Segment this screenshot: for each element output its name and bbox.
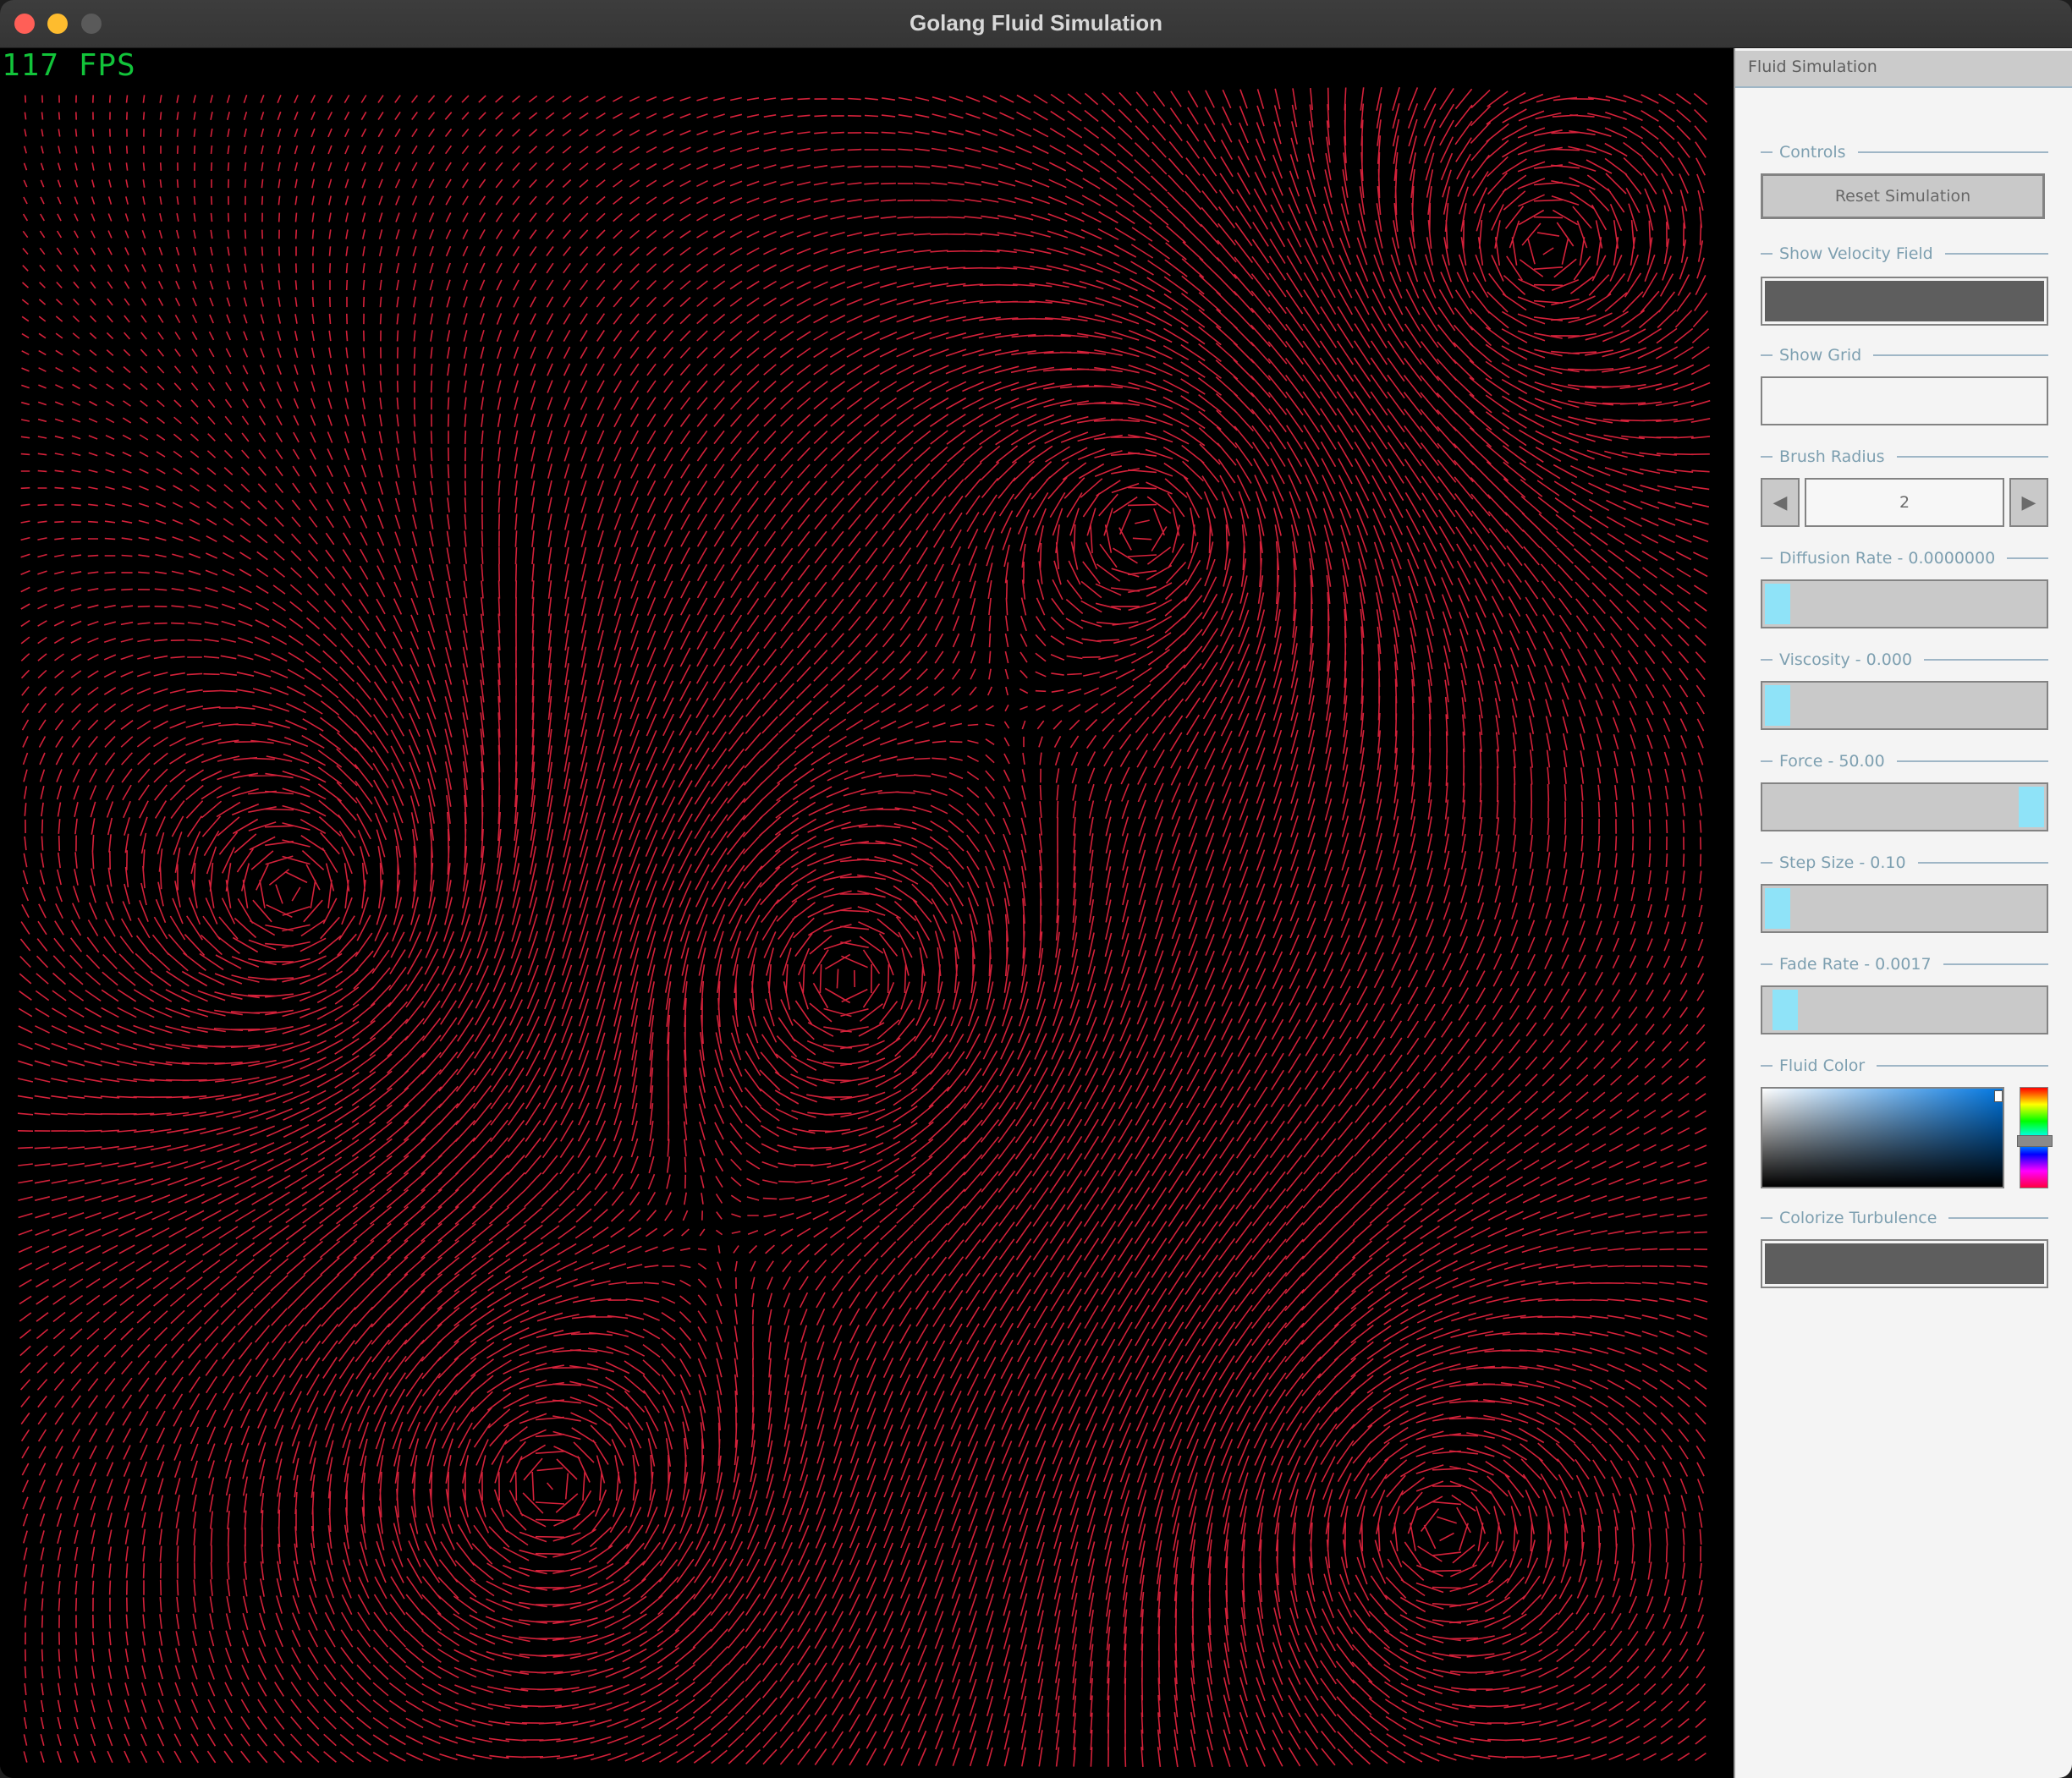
group-label-viscosity: Viscosity - 0.000 — [1761, 649, 2048, 671]
fluid-color-picker — [1761, 1087, 2053, 1188]
hue-slider[interactable] — [2017, 1087, 2053, 1188]
toggle-on-fill — [1765, 281, 2044, 321]
slider-handle[interactable] — [1765, 584, 1790, 624]
velocity-lines — [17, 86, 1711, 1768]
simulation-canvas[interactable] — [0, 48, 1733, 1778]
increment-button[interactable]: ▶ — [2009, 478, 2048, 527]
fps-counter: 117 FPS — [2, 48, 136, 83]
hue-handle[interactable] — [2017, 1135, 2053, 1147]
step-size-slider[interactable] — [1761, 884, 2048, 933]
panel-header: Fluid Simulation — [1735, 51, 2072, 88]
group-label-colorize: Colorize Turbulence — [1761, 1207, 2048, 1229]
group-label-step-size: Step Size - 0.10 — [1761, 852, 2048, 874]
settings-panel: Fluid Simulation Controls Reset Simulati… — [1734, 48, 2072, 1778]
viscosity-slider[interactable] — [1761, 681, 2048, 730]
window-title: Golang Fluid Simulation — [910, 10, 1162, 36]
group-label-show-velocity: Show Velocity Field — [1761, 243, 2048, 265]
slider-handle[interactable] — [1772, 990, 1798, 1030]
reset-simulation-button[interactable]: Reset Simulation — [1761, 173, 2045, 219]
velocity-field-plot — [17, 86, 1711, 1768]
force-slider[interactable] — [1761, 782, 2048, 831]
brush-radius-spinner: ◀ 2 ▶ — [1761, 478, 2048, 527]
fade-rate-slider[interactable] — [1761, 985, 2048, 1034]
slider-handle[interactable] — [2019, 787, 2044, 827]
group-label-show-grid: Show Grid — [1761, 344, 2048, 366]
toggle-on-fill — [1765, 1243, 2044, 1284]
decrement-button[interactable]: ◀ — [1761, 478, 1800, 527]
saturation-value-box[interactable] — [1761, 1087, 2004, 1188]
brush-radius-value[interactable]: 2 — [1805, 478, 2004, 527]
slider-handle[interactable] — [1765, 888, 1790, 929]
group-label-controls: Controls — [1761, 141, 2048, 163]
group-label-diffusion: Diffusion Rate - 0.0000000 — [1761, 547, 2048, 569]
app-window: Golang Fluid Simulation 117 FPS Fluid Si… — [0, 0, 2072, 1778]
group-label-fade-rate: Fade Rate - 0.0017 — [1761, 953, 2048, 975]
title-bar: Golang Fluid Simulation — [0, 0, 2072, 48]
show-grid-toggle[interactable] — [1761, 376, 2048, 425]
group-label-brush-radius: Brush Radius — [1761, 446, 2048, 468]
triangle-right-icon: ▶ — [2021, 491, 2036, 513]
color-cursor[interactable] — [1994, 1090, 2003, 1102]
diffusion-slider[interactable] — [1761, 579, 2048, 628]
group-label-force: Force - 50.00 — [1761, 750, 2048, 772]
panel-title: Fluid Simulation — [1748, 58, 1877, 76]
triangle-left-icon: ◀ — [1772, 491, 1788, 513]
colorize-turbulence-toggle[interactable] — [1761, 1239, 2048, 1288]
group-label-fluid-color: Fluid Color — [1761, 1055, 2048, 1077]
slider-handle[interactable] — [1765, 685, 1790, 726]
show-velocity-field-toggle[interactable] — [1761, 277, 2048, 326]
